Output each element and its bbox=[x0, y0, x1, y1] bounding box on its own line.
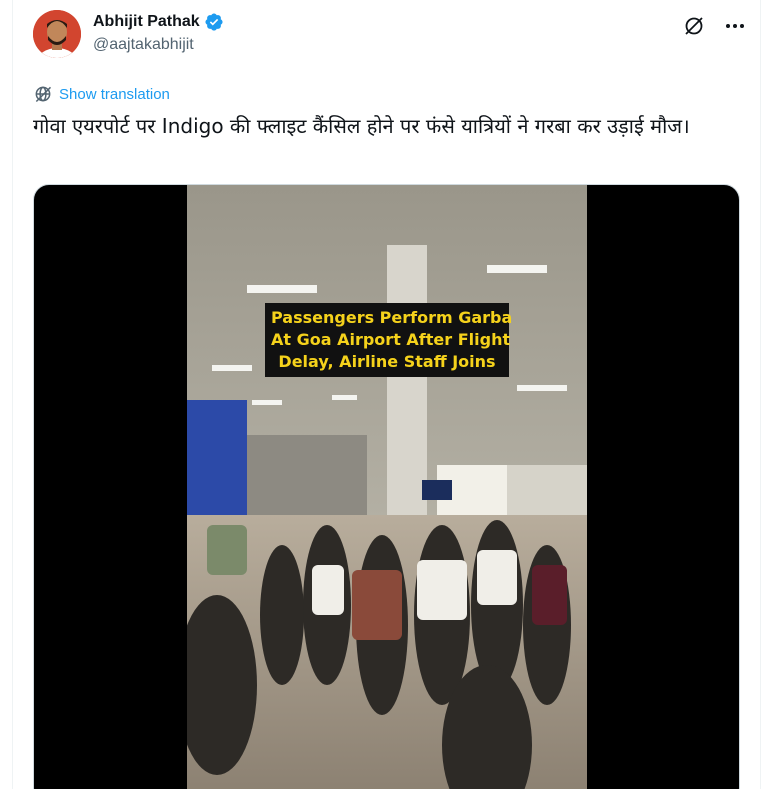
verified-badge-icon bbox=[204, 12, 224, 32]
author-name-row: Abhijit Pathak bbox=[93, 12, 224, 32]
tweet-card[interactable]: Abhijit Pathak @aajtakabhijit Show trans… bbox=[12, 0, 761, 789]
globe-icon bbox=[33, 84, 53, 104]
author-handle[interactable]: @aajtakabhijit bbox=[93, 36, 194, 54]
video-thumbnail: Passengers Perform Garba At Goa Airport … bbox=[187, 185, 587, 789]
tweet-text: गोवा एयरपोर्ट पर Indigo की फ्लाइट कैंसिल… bbox=[33, 114, 690, 138]
video-player[interactable]: Passengers Perform Garba At Goa Airport … bbox=[33, 184, 740, 789]
video-caption-line: At Goa Airport After Flight bbox=[271, 330, 511, 349]
more-options-icon[interactable] bbox=[723, 14, 747, 38]
grok-icon[interactable] bbox=[682, 14, 706, 38]
show-translation-button[interactable]: Show translation bbox=[33, 84, 170, 104]
video-caption: Passengers Perform Garba At Goa Airport … bbox=[265, 303, 513, 377]
video-caption-line: Delay, Airline Staff Joins bbox=[278, 352, 496, 371]
author-display-name[interactable]: Abhijit Pathak bbox=[93, 13, 200, 31]
show-translation-label: Show translation bbox=[59, 85, 170, 103]
video-caption-line: Passengers Perform Garba bbox=[271, 308, 513, 327]
avatar[interactable] bbox=[33, 10, 81, 58]
